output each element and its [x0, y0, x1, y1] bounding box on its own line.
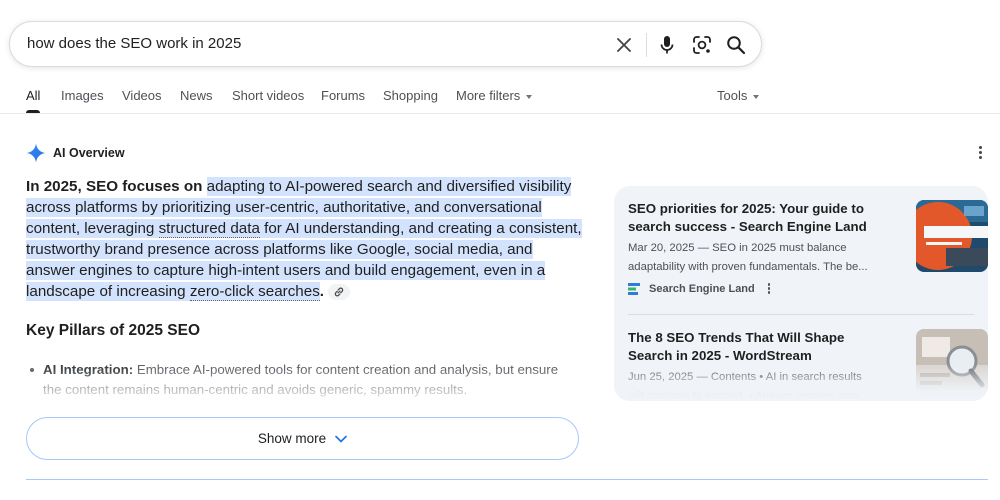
summary-period: . — [319, 283, 325, 300]
site-favicon-icon — [628, 283, 640, 295]
summary-highlight: adapting to AI-powered search and divers… — [26, 177, 582, 301]
summary-lead: In 2025, SEO focuses on — [26, 178, 203, 195]
close-icon[interactable] — [612, 33, 636, 57]
snippet-line: adaptability with proven fundamentals. T… — [628, 261, 868, 273]
sparkle-icon — [26, 143, 46, 163]
chevron-down-icon — [335, 435, 347, 443]
camera-lens-icon[interactable] — [690, 33, 714, 57]
sources-panel: SEO priorities for 2025: Your guide to s… — [614, 186, 988, 401]
section-heading: Key Pillars of 2025 SEO — [26, 322, 201, 339]
tab-shopping[interactable]: Shopping — [383, 88, 438, 103]
more-options-icon[interactable] — [975, 146, 985, 162]
ai-overview-header: AI Overview — [26, 143, 125, 163]
source-site: Search Engine Land — [628, 283, 974, 295]
source-card[interactable]: The 8 SEO Trends That Will Shape Search … — [628, 329, 988, 401]
tab-forums[interactable]: Forums — [321, 88, 365, 103]
search-box[interactable]: how does the SEO work in 2025 — [9, 21, 762, 67]
more-filters-label: More filters — [456, 88, 521, 103]
tab-all[interactable]: All — [26, 88, 40, 103]
source-snippet: Jun 25, 2025 — Contents • AI in search r… — [628, 368, 892, 401]
source-title[interactable]: The 8 SEO Trends That Will Shape Search … — [628, 329, 890, 365]
section-divider — [26, 479, 988, 480]
source-snippet: Mar 20, 2025 — SEO in 2025 must balance … — [628, 239, 892, 277]
tab-news[interactable]: News — [180, 88, 213, 103]
caret-down-icon — [753, 94, 760, 99]
more-options-icon[interactable] — [767, 283, 771, 295]
source-title[interactable]: SEO priorities for 2025: Your guide to s… — [628, 200, 890, 236]
source-card[interactable]: SEO priorities for 2025: Your guide to s… — [628, 200, 988, 295]
link-icon — [334, 287, 344, 297]
tab-images[interactable]: Images — [61, 88, 104, 103]
zero-click-term[interactable]: zero-click searches — [189, 283, 320, 301]
show-more-label: Show more — [257, 431, 327, 446]
caret-down-icon — [526, 94, 533, 99]
list-item: AI Integration: Embrace AI-powered tools… — [30, 360, 570, 400]
tabs-divider — [0, 113, 1000, 114]
ai-overview-title: AI Overview — [53, 146, 125, 160]
search-icon[interactable] — [724, 33, 748, 57]
tab-short-videos[interactable]: Short videos — [232, 88, 304, 103]
source-thumbnail[interactable] — [916, 329, 988, 401]
bullet-marker — [30, 368, 34, 372]
structured-data-term[interactable]: structured data — [158, 220, 260, 238]
tab-more-filters[interactable]: More filters — [456, 88, 533, 103]
tab-videos[interactable]: Videos — [122, 88, 162, 103]
show-more-button[interactable]: Show more — [26, 417, 579, 460]
mic-icon[interactable] — [655, 33, 679, 57]
search-tabs: All Images Videos News Short videos Foru… — [26, 88, 986, 112]
citation-link-button[interactable] — [328, 283, 351, 300]
ai-summary: In 2025, SEO focuses on adapting to AI-p… — [26, 176, 582, 302]
snippet-line: Mar 20, 2025 — SEO in 2025 must balance — [628, 242, 847, 254]
tools-label: Tools — [717, 88, 748, 103]
snippet-line: will continue to expand. • Answer engine… — [628, 390, 869, 401]
snippet-line: Jun 25, 2025 — Contents • AI in search r… — [628, 371, 862, 383]
search-input[interactable]: how does the SEO work in 2025 — [27, 35, 241, 52]
bullet-title: AI Integration: — [43, 362, 134, 377]
source-thumbnail[interactable] — [916, 200, 988, 272]
search-divider — [646, 33, 647, 57]
source-divider — [628, 314, 974, 315]
source-site-name: Search Engine Land — [649, 283, 755, 295]
tools-button[interactable]: Tools — [717, 88, 760, 103]
